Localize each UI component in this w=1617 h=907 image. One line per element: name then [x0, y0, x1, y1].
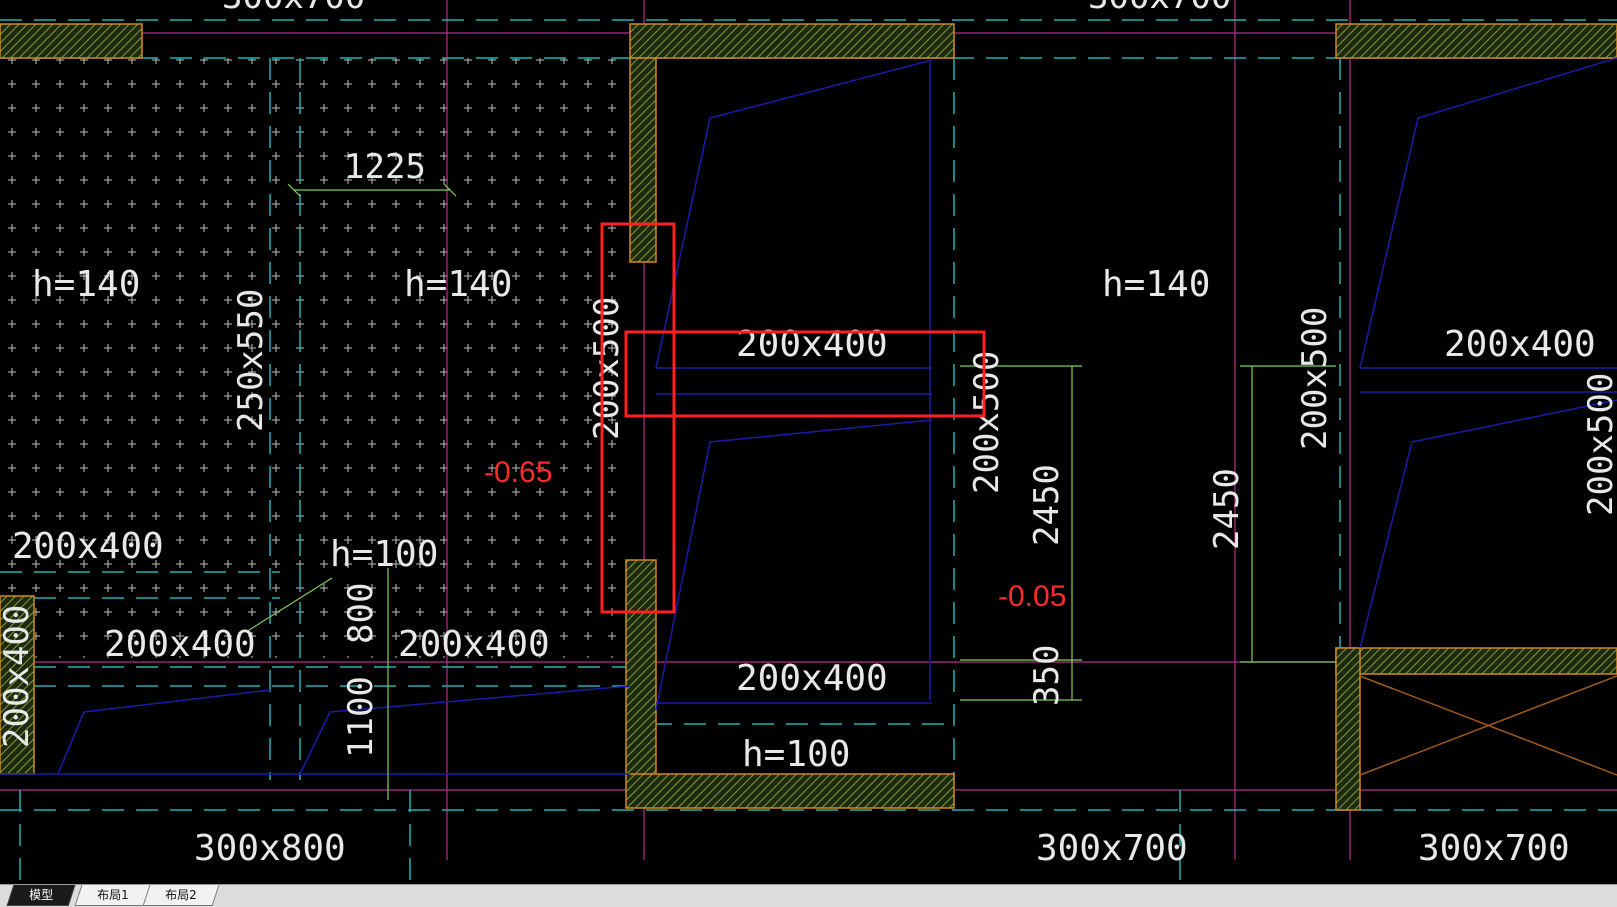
vertical-beam-label: 200x400	[0, 605, 37, 748]
top-beam-label: 300x700	[1088, 0, 1231, 17]
vertical-beam-label: 200x500	[1581, 373, 1617, 516]
elevation-annotation: -0.65	[484, 456, 552, 489]
beam-size-label: 200x400	[104, 624, 256, 665]
slab-thickness-label: h=140	[404, 264, 512, 305]
beam-size-label: 200x400	[736, 658, 888, 699]
dimension-value: 1225	[344, 147, 426, 187]
bottom-beam-label: 300x700	[1036, 828, 1188, 869]
vertical-beam-label: 250x550	[231, 289, 271, 432]
vertical-beam-label: 200x500	[967, 351, 1007, 494]
cad-model-space[interactable]: 300x700 300x700 h=140 h=140 h=140 h=100 …	[0, 0, 1617, 884]
bottom-beam-label: 300x800	[194, 828, 346, 869]
beam-size-label: 200x400	[1444, 324, 1596, 365]
slab-thickness-label: h=140	[1102, 264, 1210, 305]
bottom-beam-label: 300x700	[1418, 828, 1570, 869]
tab-model[interactable]: 模型	[6, 885, 76, 906]
slab-thickness-label: h=100	[330, 534, 438, 575]
vertical-beam-label: 200x500	[587, 297, 627, 440]
vertical-beam-label: 200x500	[1295, 307, 1335, 450]
beam-size-label: 200x400	[736, 324, 888, 365]
dimension-value: 2450	[1207, 468, 1247, 550]
slab-thickness-label: h=140	[32, 264, 140, 305]
slab-thickness-label: h=100	[742, 734, 850, 775]
elevation-annotation: -0.05	[998, 580, 1066, 613]
beam-size-label: 200x400	[12, 526, 164, 567]
red-markup	[600, 222, 986, 614]
tab-layout-1[interactable]: 布局1	[74, 885, 152, 906]
beam-size-label: 200x400	[398, 624, 550, 665]
dimension-value: 2450	[1027, 464, 1067, 546]
top-beam-label: 300x700	[222, 0, 365, 17]
layout-tab-bar: 模型 布局1 布局2	[0, 884, 1617, 907]
tab-layout-2[interactable]: 布局2	[142, 885, 220, 906]
dimension-value: 350	[1027, 645, 1067, 706]
dimension-value: 800	[341, 583, 381, 644]
dimension-value: 1100	[341, 676, 381, 758]
slab-hatch-region	[0, 58, 630, 658]
